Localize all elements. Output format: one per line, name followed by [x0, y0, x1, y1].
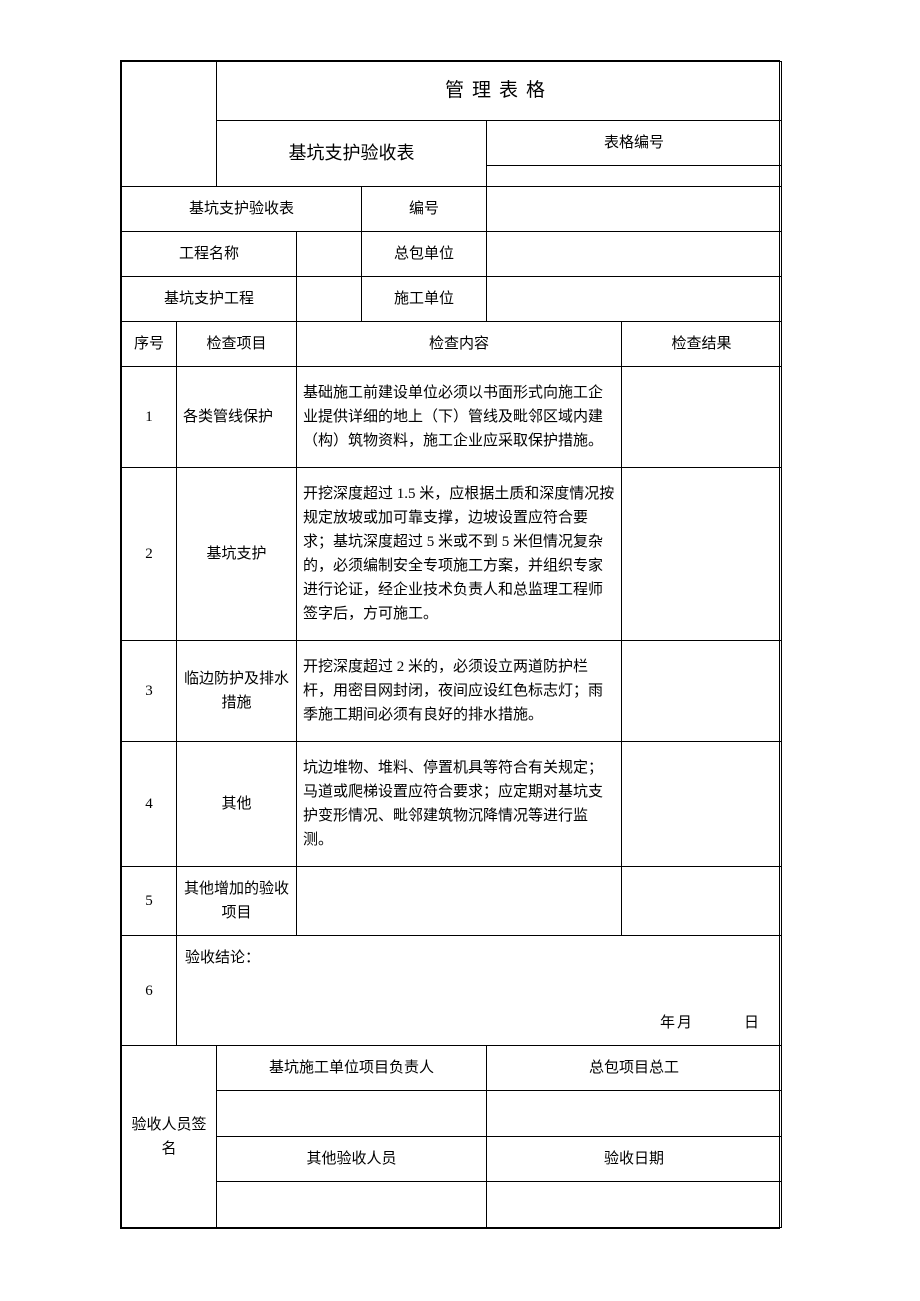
meta-value[interactable] [297, 232, 362, 277]
year-label: 年 [660, 1015, 677, 1031]
month-label: 月 [677, 1015, 694, 1031]
meta-value[interactable] [297, 277, 362, 322]
conclusion-cell[interactable]: 验收结论： 年月 日 [177, 936, 782, 1046]
row-result[interactable] [622, 468, 782, 641]
row-no: 5 [122, 867, 177, 936]
row-item: 其他 [177, 742, 297, 867]
table-row: 5 其他增加的验收项目 [122, 867, 782, 936]
sign-side-label: 验收人员签名 [122, 1046, 217, 1228]
sign-header: 其他验收人员 [217, 1137, 487, 1182]
row-no: 1 [122, 367, 177, 468]
row-result[interactable] [622, 641, 782, 742]
day-label: 日 [744, 1015, 761, 1031]
meta-value[interactable] [487, 277, 782, 322]
conclusion-label: 验收结论： [185, 950, 260, 966]
table-row: 3 临边防护及排水措施 开挖深度超过 2 米的，必须设立两道防护栏杆，用密目网封… [122, 641, 782, 742]
table-row: 4 其他 坑边堆物、堆料、停置机具等符合有关规定；马道或爬梯设置应符合要求；应定… [122, 742, 782, 867]
sign-header: 基坑施工单位项目负责人 [217, 1046, 487, 1091]
row-result[interactable] [622, 367, 782, 468]
meta-value[interactable] [487, 187, 782, 232]
row-content: 坑边堆物、堆料、停置机具等符合有关规定；马道或爬梯设置应符合要求；应定期对基坑支… [297, 742, 622, 867]
row-item: 其他增加的验收项目 [177, 867, 297, 936]
sign-header: 验收日期 [487, 1137, 782, 1182]
row-content: 开挖深度超过 2 米的，必须设立两道防护栏杆，用密目网封闭，夜间应设红色标志灯；… [297, 641, 622, 742]
table-row: 1 各类管线保护 基础施工前建设单位必须以书面形式向施工企业提供详细的地上（下）… [122, 367, 782, 468]
meta-label: 编号 [362, 187, 487, 232]
meta-label: 基坑支护工程 [122, 277, 297, 322]
logo-cell [122, 62, 217, 187]
meta-label: 总包单位 [362, 232, 487, 277]
row-content: 开挖深度超过 1.5 米，应根据土质和深度情况按规定放坡或加可靠支撑，边坡设置应… [297, 468, 622, 641]
row-result[interactable] [622, 867, 782, 936]
row-item: 各类管线保护 [177, 367, 297, 468]
row-no: 6 [122, 936, 177, 1046]
date-line: 年月 日 [660, 1011, 761, 1035]
sign-field[interactable] [487, 1091, 782, 1137]
form-outer: 管理表格 基坑支护验收表 表格编号 基坑支护验收表 编号 工程名称 总包单位 基… [120, 60, 780, 1229]
conclusion-row: 6 验收结论： 年月 日 [122, 936, 782, 1046]
form-number-label: 表格编号 [487, 121, 782, 166]
row-item: 临边防护及排水措施 [177, 641, 297, 742]
sign-field[interactable] [217, 1182, 487, 1228]
subtitle: 基坑支护验收表 [217, 121, 487, 187]
sign-header: 总包项目总工 [487, 1046, 782, 1091]
row-item: 基坑支护 [177, 468, 297, 641]
sign-field[interactable] [217, 1091, 487, 1137]
col-header-result: 检查结果 [622, 322, 782, 367]
col-header-item: 检查项目 [177, 322, 297, 367]
row-no: 4 [122, 742, 177, 867]
row-no: 2 [122, 468, 177, 641]
table-row: 2 基坑支护 开挖深度超过 1.5 米，应根据土质和深度情况按规定放坡或加可靠支… [122, 468, 782, 641]
form-number-value[interactable] [487, 166, 782, 187]
row-content: 基础施工前建设单位必须以书面形式向施工企业提供详细的地上（下）管线及毗邻区域内建… [297, 367, 622, 468]
sign-field[interactable] [487, 1182, 782, 1228]
col-header-no: 序号 [122, 322, 177, 367]
meta-label: 基坑支护验收表 [122, 187, 362, 232]
main-title: 管理表格 [217, 62, 782, 121]
col-header-content: 检查内容 [297, 322, 622, 367]
row-result[interactable] [622, 742, 782, 867]
meta-label: 工程名称 [122, 232, 297, 277]
row-content [297, 867, 622, 936]
form-table: 管理表格 基坑支护验收表 表格编号 基坑支护验收表 编号 工程名称 总包单位 基… [121, 61, 782, 1228]
meta-label: 施工单位 [362, 277, 487, 322]
meta-value[interactable] [487, 232, 782, 277]
row-no: 3 [122, 641, 177, 742]
